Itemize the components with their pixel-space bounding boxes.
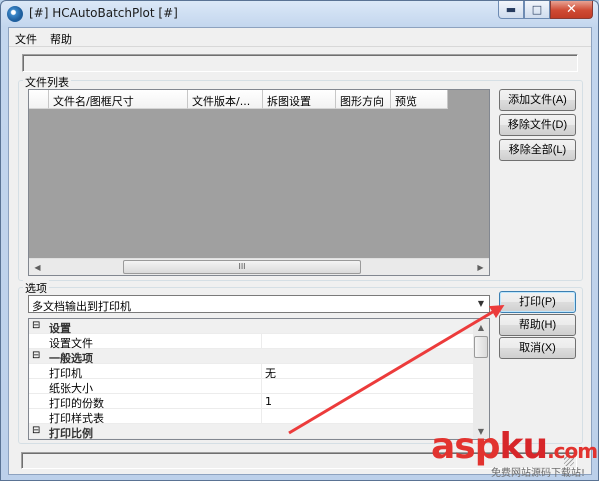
collapse-icon[interactable]: ⊟: [32, 320, 40, 331]
column-header-version[interactable]: 文件版本/...: [188, 90, 263, 109]
file-list-view[interactable]: 文件名/图框尺寸 文件版本/... 拆图设置 图形方向 预览 ◀ III ▶: [28, 89, 490, 276]
property-row-settings-file[interactable]: 设置文件: [29, 334, 474, 350]
hscroll-thumb[interactable]: III: [123, 260, 361, 274]
property-row-copies[interactable]: 打印的份数 1: [29, 394, 474, 410]
column-header-blank: [29, 90, 49, 109]
collapse-icon[interactable]: ⊟: [32, 425, 40, 436]
scroll-up-icon[interactable]: ▲: [473, 319, 489, 335]
file-list-group-label: 文件列表: [23, 74, 71, 90]
file-list-header: 文件名/图框尺寸 文件版本/... 拆图设置 图形方向 预览: [29, 90, 448, 109]
collapse-icon[interactable]: ⊟: [32, 350, 40, 361]
minimize-button[interactable]: ▬: [498, 1, 524, 19]
title-bar[interactable]: [#] HCAutoBatchPlot [#] ▬ □ ✕: [1, 1, 598, 27]
scroll-right-icon[interactable]: ▶: [472, 259, 489, 275]
category-plot-scale[interactable]: ⊟ 打印比例: [29, 424, 474, 439]
grip-icon: III: [238, 262, 246, 271]
minimize-icon: ▬: [505, 3, 517, 16]
column-header-orientation[interactable]: 图形方向: [336, 90, 391, 109]
window-title: [#] HCAutoBatchPlot [#]: [29, 6, 178, 20]
add-file-button[interactable]: 添加文件(A): [499, 89, 576, 111]
close-button[interactable]: ✕: [550, 1, 593, 19]
category-general[interactable]: ⊟ 一般选项: [29, 349, 474, 365]
output-mode-value: 多文档输出到打印机: [32, 300, 131, 313]
property-row-printer[interactable]: 打印机 无: [29, 364, 474, 380]
category-label: 打印比例: [49, 427, 93, 440]
vscroll-thumb[interactable]: [474, 336, 488, 358]
print-button[interactable]: 打印(P): [499, 291, 576, 313]
property-value[interactable]: 1: [265, 395, 272, 408]
menu-bar: 文件 帮助: [9, 28, 591, 47]
top-path-field: [22, 54, 578, 72]
maximize-icon: □: [531, 3, 543, 16]
scroll-left-icon[interactable]: ◀: [29, 259, 46, 275]
watermark-subtitle: 免费网站源码下载站!: [491, 468, 586, 479]
remove-all-button[interactable]: 移除全部(L): [499, 139, 576, 161]
menu-file[interactable]: 文件: [15, 31, 37, 47]
dropdown-arrow-icon[interactable]: ▼: [474, 297, 488, 311]
app-icon: [7, 6, 23, 22]
watermark: aspku.com 免费网站源码下载站!: [431, 428, 598, 480]
column-header-split[interactable]: 拆图设置: [263, 90, 336, 109]
property-row-plot-style[interactable]: 打印样式表: [29, 409, 474, 425]
menu-help[interactable]: 帮助: [50, 31, 72, 47]
options-group-label: 选项: [23, 280, 49, 296]
caption-buttons: ▬ □ ✕: [498, 1, 593, 19]
client-area: 文件 帮助 文件列表 文件名/图框尺寸 文件版本/... 拆图设置 图形方向 预…: [8, 27, 592, 475]
help-button[interactable]: 帮助(H): [499, 314, 576, 336]
close-icon: ✕: [566, 2, 577, 17]
category-settings[interactable]: ⊟ 设置: [29, 319, 474, 335]
property-grid[interactable]: ⊟ 设置 设置文件 ⊟ 一般选项 打印机 无 纸张大小 打印的份数 1 打印样式…: [28, 318, 490, 440]
column-header-filename[interactable]: 文件名/图框尺寸: [49, 90, 188, 109]
output-mode-select[interactable]: 多文档输出到打印机 ▼: [28, 295, 490, 313]
remove-file-button[interactable]: 移除文件(D): [499, 114, 576, 136]
app-window: [#] HCAutoBatchPlot [#] ▬ □ ✕ 文件 帮助 文件列表…: [0, 0, 599, 481]
cancel-button[interactable]: 取消(X): [499, 337, 576, 359]
file-list-hscrollbar[interactable]: ◀ III ▶: [29, 258, 489, 275]
maximize-button[interactable]: □: [524, 1, 550, 19]
property-row-paper-size[interactable]: 纸张大小: [29, 379, 474, 395]
column-header-preview[interactable]: 预览: [391, 90, 448, 109]
property-grid-vscrollbar[interactable]: ▲ ▼: [473, 319, 489, 439]
